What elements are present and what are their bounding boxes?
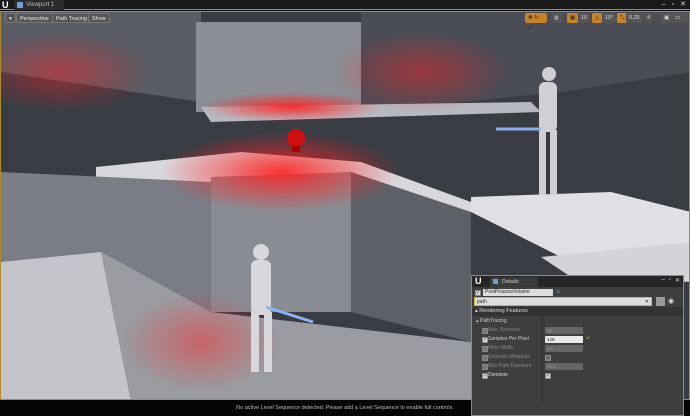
world-local-icon[interactable]: ◍ xyxy=(551,13,562,23)
window-controls: – ▫ ✕ xyxy=(662,0,686,10)
grid-snap-toggle[interactable]: ▦ xyxy=(567,13,579,23)
search-input[interactable]: path xyxy=(477,298,487,307)
max-path-exposure-field[interactable]: 30.0 xyxy=(545,363,583,370)
maximize-viewport-icon[interactable]: ▣ xyxy=(661,13,673,23)
close-button[interactable]: ✕ xyxy=(675,277,680,284)
close-button[interactable]: ✕ xyxy=(680,0,686,10)
rotation-snap-value[interactable]: 10° xyxy=(602,13,617,23)
reset-to-default-icon[interactable]: ↶ xyxy=(586,335,590,344)
property-matrix-button[interactable] xyxy=(656,297,665,306)
viewport-options-button[interactable]: ▾ xyxy=(5,13,16,23)
transform-tools[interactable]: ✥ ↻ ⤢ xyxy=(525,13,547,31)
status-message: No active Level Sequence detected. Pleas… xyxy=(236,405,454,411)
maximize-button[interactable]: ▫ xyxy=(672,0,674,10)
details-panel: U Details – ▫ ✕ ✓ PostProcessVolume ◎ path… xyxy=(471,275,684,416)
actor-enabled-checkbox[interactable]: ✓ xyxy=(475,289,481,296)
max-bounces-field[interactable]: 32 xyxy=(545,327,583,334)
property-label: Samples Per Pixel xyxy=(488,336,529,342)
camera-speed-button[interactable]: 4 xyxy=(644,13,654,23)
unreal-logo: U xyxy=(475,276,482,286)
category-label: Rendering Features xyxy=(479,308,528,314)
samples-per-pixel-field[interactable]: 128 xyxy=(545,336,583,343)
filter-width-field[interactable]: 3.0 xyxy=(545,345,583,352)
show-button[interactable]: Show xyxy=(88,13,110,23)
view-mode-button[interactable]: Path Tracing xyxy=(52,13,91,23)
property-label: Denoiser xyxy=(488,372,509,378)
denoiser-checkbox[interactable]: ✓ xyxy=(545,372,551,379)
clear-search-icon[interactable]: ✕ xyxy=(645,298,649,307)
property-label: Emissive Materials xyxy=(488,354,530,360)
grid-snap-value[interactable]: 10 xyxy=(578,13,591,23)
emissive-materials-checkbox[interactable]: ✓ xyxy=(545,354,551,361)
visibility-eye-icon[interactable]: ◉ xyxy=(668,297,674,305)
lock-icon[interactable]: ◎ xyxy=(556,288,560,297)
tab-details[interactable]: Details xyxy=(490,277,538,287)
property-label: Max. Bounces xyxy=(488,327,520,333)
actor-name-field[interactable]: PostProcessVolume xyxy=(483,289,553,296)
property-label: Max Path Exposure xyxy=(488,363,532,369)
perspective-button[interactable]: Perspective xyxy=(16,13,53,23)
minimize-button[interactable]: – xyxy=(661,277,664,284)
scale-snap-value[interactable]: 0.25 xyxy=(626,13,643,23)
unreal-logo: U xyxy=(2,0,9,10)
layout-icon[interactable]: ▭ xyxy=(672,13,688,23)
rotation-snap-toggle[interactable]: △ xyxy=(592,13,603,23)
subcategory-pathtracing[interactable]: ▴ PathTracing xyxy=(472,318,507,324)
subcategory-label: PathTracing xyxy=(479,318,507,324)
maximize-button[interactable]: ▫ xyxy=(669,277,671,284)
minimize-button[interactable]: – xyxy=(662,0,666,10)
title-bar: U Viewport 1 – ▫ ✕ xyxy=(0,0,690,10)
category-rendering-features[interactable]: ▴ Rendering Features xyxy=(472,308,528,314)
tab-viewport[interactable]: Viewport 1 xyxy=(14,0,64,10)
property-label: Filter Width xyxy=(488,345,514,351)
